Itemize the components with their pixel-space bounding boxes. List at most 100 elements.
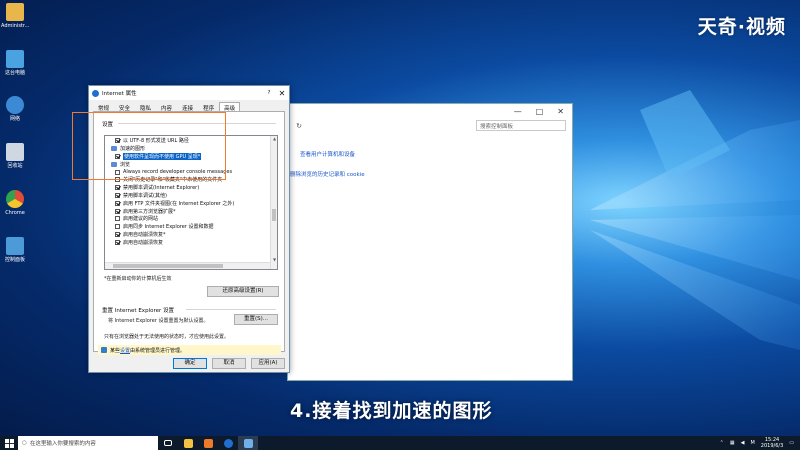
video-subtitle: 4.接着找到加速的图形 [290,400,493,422]
taskbar: ○ 在这里输入你要搜索的内容 ⌃ ▦ ◀ M 15:24 2019/6/3 ▭ [0,436,800,450]
tab-content[interactable]: 内容 [156,102,177,112]
checkbox[interactable] [115,224,120,230]
dialog-title-bar: Internet 属性 ? ✕ [89,86,289,100]
hscroll-thumb[interactable] [113,264,223,268]
ie-icon [223,438,233,448]
address-bar: ↻ 搜索控制面板 [294,120,566,131]
user-folder-icon [6,3,24,21]
settings-checkbox-row[interactable]: 启用第三方浏览器扩展* [111,207,277,215]
ime-indicator[interactable]: M [750,440,754,446]
recycle-bin-icon [6,143,24,161]
start-button[interactable] [0,436,18,450]
watermark-logo: 天奇·视频 [697,16,786,38]
checkbox[interactable] [115,216,120,222]
scroll-down-icon[interactable]: ▼ [271,257,277,262]
ie-icon [92,89,99,97]
desktop-icon-chrome[interactable]: Chrome [1,190,29,217]
tab-general[interactable]: 常规 [93,102,114,112]
settings-checkbox-row[interactable]: 启用 FTP 文件夹视图(在 Internet Explorer 之外) [111,199,277,207]
checkbox[interactable] [115,192,120,198]
cancel-button[interactable]: 取消 [212,358,246,369]
scroll-thumb[interactable] [272,209,276,222]
link-delete-history[interactable]: 删除浏览的历史记录和 cookie [290,170,365,178]
task-view-button[interactable] [158,436,178,450]
window-title-bar: — □ ✕ [288,104,572,118]
app-icon [203,438,213,448]
shield-icon [101,347,107,353]
taskbar-file-explorer[interactable] [178,436,198,450]
search-control-panel-input[interactable]: 搜索控制面板 [476,120,566,131]
settings-checkbox-row[interactable]: 禁用脚本调试(其他) [111,192,277,200]
settings-checkbox-row[interactable]: 启用同步 Internet Explorer 设置和数据 [111,223,277,231]
scroll-up-icon[interactable]: ▲ [271,136,277,141]
reset-button[interactable]: 重置(S)... [234,314,278,325]
tree-horizontal-scrollbar[interactable] [105,262,270,269]
desktop-icon-administrator[interactable]: Administr... [1,3,29,30]
taskbar-control-panel[interactable] [238,436,258,450]
dialog-close-button[interactable]: ✕ [275,89,289,98]
checkbox[interactable] [115,208,120,214]
settings-checkbox-row[interactable]: 启用建议的网站 [111,215,277,223]
tab-advanced[interactable]: 高级 [219,102,241,112]
minimize-button[interactable]: — [514,107,522,116]
tab-privacy[interactable]: 隐私 [135,102,156,112]
link-view-devices[interactable]: 查看用户计算机和设备 [300,150,355,158]
settings-checkbox-row[interactable]: 启用自动崩溃恢复 [111,238,277,246]
search-icon: ○ [22,440,27,446]
tab-connections[interactable]: 连接 [177,102,198,112]
desktop-light-rays [590,90,800,350]
settings-row-label: 禁用脚本调试(Internet Explorer) [123,185,200,192]
computer-icon [6,50,24,68]
desktop-icon-network[interactable]: 网络 [1,96,29,123]
apply-button[interactable]: 应用(A) [251,358,285,369]
system-tray: ⌃ ▦ ◀ M 15:24 2019/6/3 ▭ [720,437,800,449]
task-view-icon [164,440,172,446]
tab-programs[interactable]: 程序 [198,102,219,112]
settings-row-label: 启用 FTP 文件夹视图(在 Internet Explorer 之外) [123,200,235,207]
checkbox[interactable] [115,231,120,237]
taskbar-ie[interactable] [218,436,238,450]
refresh-icon[interactable]: ↻ [294,122,304,130]
checkbox[interactable] [115,200,120,206]
settings-checkbox-row[interactable]: 禁用脚本调试(Internet Explorer) [111,184,277,192]
volume-icon[interactable]: ◀ [741,440,745,446]
taskbar-search-input[interactable]: ○ 在这里输入你要搜索的内容 [18,436,158,450]
divider [186,309,276,310]
settings-row-label: 启用自动崩溃恢复* [123,231,166,238]
desktop-icon-control-panel[interactable]: 控制面板 [1,237,29,264]
settings-row-label: 启用建议的网站 [123,216,159,223]
notification-chevron-icon[interactable]: ⌃ [720,440,724,446]
tab-security[interactable]: 安全 [114,102,135,112]
notification-icon[interactable]: ▭ [789,440,794,446]
taskbar-app[interactable] [198,436,218,450]
ok-button[interactable]: 确定 [173,358,207,369]
settings-checkbox-row[interactable]: 启用自动崩溃恢复* [111,231,277,239]
restart-note: *在重新启动你的计算机后生效 [104,276,172,282]
windows-logo-icon [4,438,14,448]
managed-settings-warning: 某些 设置 由系统管理员进行管理。 [98,345,281,355]
managed-settings-link[interactable]: 设置 [120,347,130,354]
reset-section-label: 重置 Internet Explorer 设置 [102,308,174,314]
dialog-title: Internet 属性 [102,91,137,97]
desktop-icon-recycle-bin[interactable]: 回收站 [1,143,29,170]
highlight-annotation-box [72,112,226,180]
dialog-tabs: 常规 安全 隐私 内容 连接 程序 高级 [89,100,289,112]
settings-row-label: 禁用脚本调试(其他) [123,192,167,199]
network-icon[interactable]: ▦ [730,440,735,446]
checkbox[interactable] [115,239,120,245]
settings-row-label: 启用同步 Internet Explorer 设置和数据 [123,224,214,231]
clock[interactable]: 15:24 2019/6/3 [761,437,783,449]
desktop-icon-this-pc[interactable]: 这台电脑 [1,50,29,77]
control-panel-window: — □ ✕ ↻ 搜索控制面板 查看用户计算机和设备 删除浏览的历史记录和 coo… [287,103,573,381]
reset-note: 只有在浏览器处于无法使用的状态时，才应使用此设置。 [104,334,230,340]
maximize-button[interactable]: □ [536,107,544,116]
folder-icon [183,438,193,448]
chrome-icon [6,190,24,208]
help-button[interactable]: ? [263,90,275,96]
control-panel-icon [6,237,24,255]
checkbox[interactable] [115,185,120,191]
tree-vertical-scrollbar[interactable]: ▲ ▼ [270,136,277,269]
close-button[interactable]: ✕ [557,107,564,116]
restore-advanced-button[interactable]: 还原高级设置(R) [207,286,279,297]
settings-row-label: 启用第三方浏览器扩展* [123,208,176,215]
